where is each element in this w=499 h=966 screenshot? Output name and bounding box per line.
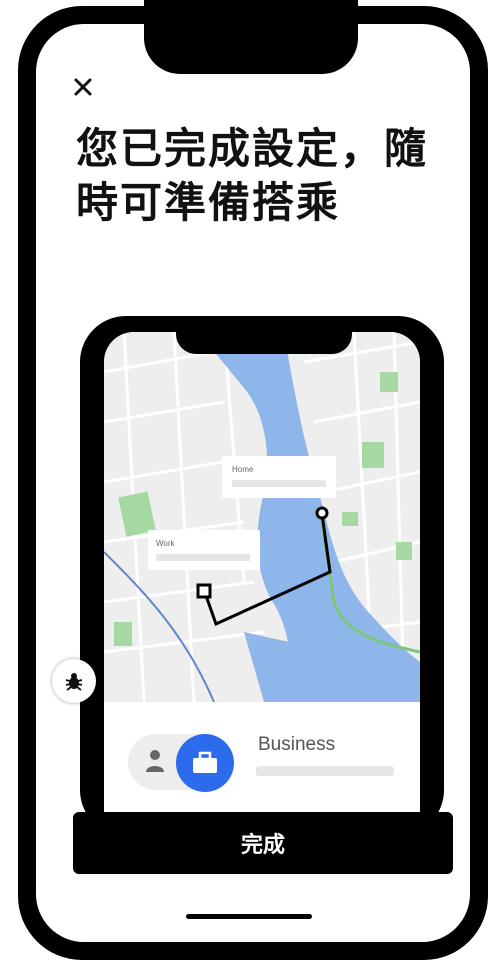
- bug-icon: [65, 673, 83, 691]
- done-button[interactable]: 完成: [73, 812, 453, 874]
- business-profile-button[interactable]: [176, 734, 234, 792]
- home-tag-label: Home: [232, 465, 254, 474]
- profile-placeholder-bar: [256, 766, 394, 776]
- person-icon: [146, 750, 164, 772]
- illustration-phone-notch: [176, 326, 352, 354]
- briefcase-icon: [193, 751, 217, 773]
- home-indicator: [186, 914, 312, 919]
- debug-button[interactable]: [52, 659, 96, 703]
- map-illustration: Home Work: [104, 332, 420, 702]
- illustration-phone-screen: Home Work Business: [104, 332, 420, 852]
- close-icon: [74, 78, 92, 96]
- phone-notch: [144, 0, 358, 74]
- page-title: 您已完成設定，隨 時可準備搭乘: [76, 122, 456, 230]
- close-button[interactable]: [70, 74, 96, 100]
- title-line-1: 您已完成設定，隨: [76, 124, 429, 173]
- home-tag: Home: [222, 456, 336, 498]
- title-line-2: 時可準備搭乘: [76, 178, 341, 227]
- work-tag: Work: [148, 530, 260, 570]
- work-tag-label: Work: [156, 539, 176, 548]
- profile-label: Business: [258, 734, 336, 755]
